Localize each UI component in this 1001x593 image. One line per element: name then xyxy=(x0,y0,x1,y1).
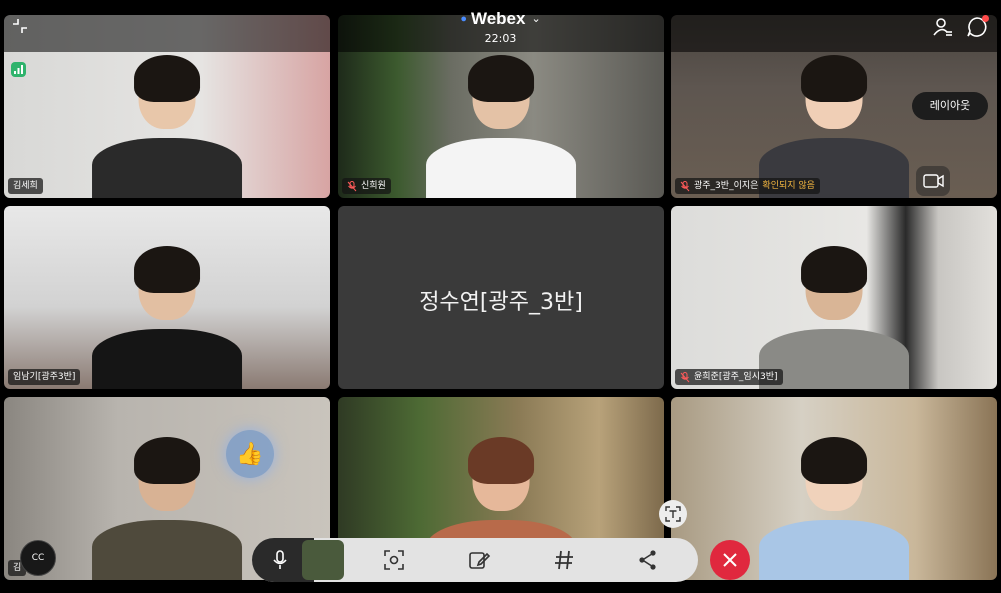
chevron-down-icon: ⌄ xyxy=(531,13,541,25)
captions-button[interactable]: CC xyxy=(20,540,56,576)
mic-muted-icon xyxy=(680,180,690,191)
participant-video xyxy=(92,232,242,389)
participant-video xyxy=(759,423,909,580)
video-tile-jung-suyeon[interactable]: 정수연[광주_3반] xyxy=(338,206,664,389)
secure-shield-icon: ● xyxy=(460,13,467,25)
signal-icon[interactable] xyxy=(11,62,26,77)
participant-video xyxy=(759,41,909,198)
share-icon[interactable] xyxy=(636,548,660,572)
app-name: Webex xyxy=(470,9,526,28)
participant-name-placeholder: 정수연[광주_3반] xyxy=(419,290,583,315)
name-tag: 신희원 xyxy=(342,178,391,194)
self-view-thumbnail[interactable] xyxy=(302,540,344,580)
name-tag: 광주_3반_이지은 확인되지 않음 xyxy=(675,178,820,194)
participant-name: 윤희준[광주_임시3반] xyxy=(694,372,778,382)
meeting-clock: 22:03 xyxy=(484,32,517,45)
participant-name: 광주_3반_이지은 xyxy=(694,181,759,191)
video-tile-im-namgi[interactable]: 임남기[광주3반] xyxy=(4,206,330,389)
participant-video xyxy=(92,423,242,580)
participant-name: 김세희 xyxy=(13,181,38,191)
text-scan-button[interactable] xyxy=(659,500,687,528)
leave-button[interactable] xyxy=(710,540,750,580)
mic-muted-icon xyxy=(347,180,357,191)
name-tag: 임남기[광주3반] xyxy=(8,369,81,385)
microphone-icon xyxy=(273,550,287,569)
mic-muted-icon xyxy=(680,371,690,382)
hashtag-icon[interactable] xyxy=(552,548,576,572)
camera-icon xyxy=(923,174,944,188)
participant-name: 임남기[광주3반] xyxy=(13,372,76,382)
app-title[interactable]: ● Webex ⌄ xyxy=(0,9,1001,29)
unverified-status: 확인되지 않음 xyxy=(762,181,815,191)
chat-notification-dot xyxy=(982,15,989,22)
name-tag: 윤희준[광주_임시3반] xyxy=(675,369,783,385)
close-icon xyxy=(723,553,737,567)
text-scan-icon xyxy=(665,506,681,522)
participant-video xyxy=(92,41,242,198)
participant-name: 신희원 xyxy=(361,181,386,191)
video-tile-yoon-heejun[interactable]: 윤희준[광주_임시3반] xyxy=(671,206,997,389)
participant-video xyxy=(759,232,909,389)
camera-button[interactable] xyxy=(916,166,950,196)
layout-button[interactable]: 레이아웃 xyxy=(912,92,988,120)
name-tag: 김세희 xyxy=(8,178,43,194)
thumbs-up-icon: 👍 xyxy=(226,430,274,478)
participant-video xyxy=(426,41,576,198)
participants-icon[interactable] xyxy=(933,17,953,37)
annotate-icon[interactable] xyxy=(467,548,491,572)
screen-capture-icon[interactable] xyxy=(382,548,406,572)
